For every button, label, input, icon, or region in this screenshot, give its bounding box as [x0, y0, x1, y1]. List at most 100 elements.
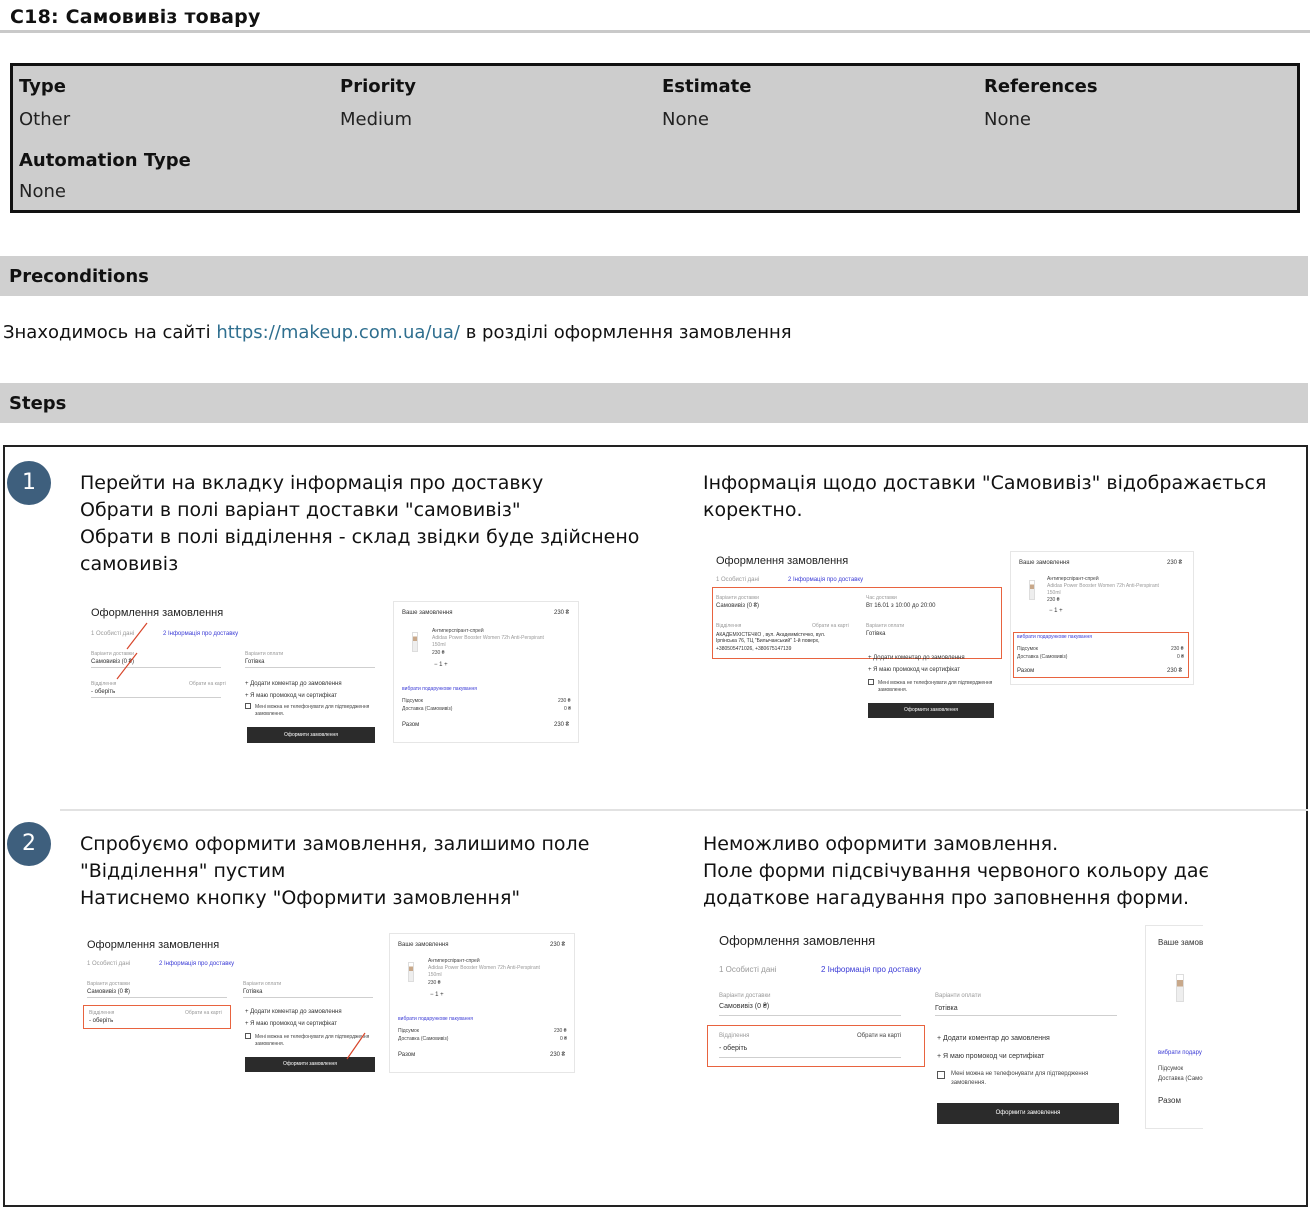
shot-order-sum: 230 ₴ [554, 610, 570, 616]
shot-product-title: Антиперспірант-спрей [1047, 576, 1099, 582]
field-references-value: None [984, 109, 1031, 130]
shot-payment-value: Готівка [935, 1005, 958, 1012]
shot-product-desc-2: 150ml [432, 642, 446, 648]
shot-order-card: Ваше замовлення 230 ₴ Антиперспірант-спр… [393, 601, 579, 743]
shot-product-price: 230 ₴ [432, 650, 445, 656]
step-2-expected-line: Неможливо оформити замовлення. [703, 833, 1059, 855]
shot-order-sum: 230 ₴ [550, 942, 566, 948]
preconditions-header-label: Preconditions [9, 266, 149, 287]
shot-checkbox [937, 1071, 945, 1079]
shot-no-call-2: замовлення. [951, 1080, 986, 1086]
shot-branch-phone: +380505471026, +380675147139 [716, 646, 792, 652]
preconditions-text-before: Знаходимось на сайті [3, 322, 217, 343]
shot-delivery-value: Самовивіз (0 ₴) [716, 603, 760, 609]
shot-product-desc-2: 150ml [1047, 590, 1061, 596]
shot-delivery-row-value: 0 ₴ [560, 1036, 567, 1042]
step-1-expected-line: Інформація щодо доставки "Самовивіз" від… [703, 472, 1267, 494]
field-priority-label: Priority [340, 76, 416, 97]
shot-order-title: Ваше замов [1158, 938, 1203, 947]
shot-subtotal-label: Підсумок [1158, 1066, 1184, 1072]
shot-subtotal-value: 230 ₴ [554, 1028, 567, 1034]
field-estimate: Estimate None [662, 76, 752, 130]
step-1-expected-screenshot: Оформлення замовлення 1 Особисті дані 2 … [708, 547, 1198, 727]
shot-tab-delivery: 2 Інформація про доставку [788, 577, 864, 583]
shot-delivery-value: Самовивіз (0 ₴) [719, 1003, 770, 1010]
steps-header-label: Steps [9, 393, 67, 414]
shot-product-price: 230 ₴ [1047, 597, 1060, 603]
shot-order-title: Ваше замовлення [398, 942, 449, 948]
shot-divider [719, 1015, 901, 1016]
shot-total-label: Разом [1017, 668, 1035, 674]
shot-add-comment: + Додати коментар до замовлення [868, 655, 965, 661]
step-2-number: 2 [7, 822, 51, 866]
shot-total-label: Разом [398, 1052, 416, 1058]
step-1-expected-line: коректно. [703, 499, 803, 521]
field-estimate-value: None [662, 109, 709, 130]
field-estimate-label: Estimate [662, 76, 752, 97]
shot-product-price: 230 ₴ [428, 980, 441, 986]
shot-gift: вибрати подарункове пакування [398, 1016, 473, 1022]
preconditions-text-after: в розділі оформлення замовлення [460, 322, 792, 343]
step-1-action-line: Обрати в полі варіант доставки "самовиві… [80, 499, 521, 521]
shot-heading: Оформлення замовлення [719, 933, 876, 948]
shot-payment-label: Варіанти оплати [935, 993, 981, 999]
step-1-action-line: Обрати в полі відділення - склад звідки … [80, 526, 640, 548]
shot-tab-personal: 1 Особисті дані [719, 965, 777, 974]
shot-tab-personal: 1 Особисті дані [716, 577, 760, 583]
shot-no-call: Мені можна не телефонувати для підтвердж… [951, 1071, 1089, 1077]
shot-no-call: Мені можна не телефонувати для підтвердж… [878, 680, 993, 686]
shot-product-desc: Adidas Power Booster Women 72h Anti-Pers… [1047, 583, 1159, 589]
shot-gift: вибрати подарункове пакування [402, 686, 477, 692]
shot-delivery-label: Варіанти доставки [719, 993, 771, 999]
shot-delivery-row-value: 0 ₴ [1177, 654, 1184, 660]
shot-delivery-row: Доставка (Самовивіз) [1017, 654, 1068, 660]
step-2-expected-line: Поле форми підсвічування червоного кольо… [703, 860, 1209, 882]
shot-promo: + Я маю промокод чи сертифікат [868, 667, 961, 673]
preconditions-link[interactable]: https://makeup.com.ua/ua/ [216, 322, 460, 343]
shot-qty: − 1 + [434, 662, 448, 668]
field-automation-label: Automation Type [19, 150, 191, 171]
shot-subtotal-label: Підсумок [1017, 646, 1038, 652]
step-1-action-line: самовивіз [80, 553, 179, 575]
step-divider [60, 809, 1308, 811]
product-image [408, 962, 414, 982]
step-1-action: Перейти на вкладку інформація про достав… [80, 470, 680, 578]
steps-header: Steps [0, 383, 1308, 423]
shot-tab-delivery: 2 Інформація про доставку [821, 965, 922, 974]
shot-product-desc: Adidas Power Booster Women 72h Anti-Pers… [428, 965, 540, 971]
shot-subtotal-label: Підсумок [398, 1028, 419, 1034]
shot-gift: вибрати подару [1158, 1050, 1202, 1056]
field-automation: Automation Type None [19, 150, 191, 202]
shot-submit-button: Оформити замовлення [868, 703, 994, 718]
step-2-action-line: "Відділення" пустим [80, 860, 286, 882]
shot-submit-button: Оформити замовлення [937, 1103, 1119, 1124]
shot-delivery-label: Варіанти доставки [716, 595, 759, 601]
field-type: Type Other [19, 76, 70, 130]
shot-total-label: Разом [402, 722, 420, 728]
product-image [412, 632, 418, 652]
step-1-action-screenshot: Оформлення замовлення 1 Особисті дані 2 … [83, 597, 583, 747]
shot-branch-map: Обрати на карті [857, 1033, 902, 1039]
step-2-action: Спробуємо оформити замовлення, залишимо … [80, 831, 680, 912]
shot-divider [935, 1015, 1117, 1016]
shot-add-comment: + Додати коментар до замовлення [937, 1035, 1050, 1042]
field-references-label: References [984, 76, 1098, 97]
step-1-expected: Інформація щодо доставки "Самовивіз" від… [703, 470, 1303, 524]
shot-order-card: Ваше замовлення 230 ₴ Антиперспірант-спр… [1010, 551, 1194, 685]
shot-order-title: Ваше замовлення [402, 610, 453, 616]
shot-checkbox [868, 679, 874, 685]
shot-order-card: Ваше замов вибрати подару Підсумок Доста… [1145, 925, 1203, 1129]
product-image [1029, 580, 1035, 600]
shot-payment-value: Готівка [866, 631, 886, 637]
shot-product-desc: Adidas Power Booster Women 72h Anti-Pers… [432, 635, 544, 641]
step-1-number: 1 [7, 461, 51, 505]
page-title: C18: Самовивіз товару [10, 6, 261, 28]
steps-table: 1 Перейти на вкладку інформація про дост… [3, 445, 1308, 1207]
shot-payment-label: Варіанти оплати [866, 623, 905, 629]
shot-order-title: Ваше замовлення [1019, 560, 1070, 566]
field-references: References None [984, 76, 1098, 130]
shot-delivery-row-value: 0 ₴ [564, 706, 571, 712]
case-fields-panel: Type Other Priority Medium Estimate None… [10, 63, 1300, 213]
preconditions-text: Знаходимось на сайті https://makeup.com.… [3, 322, 792, 343]
shot-subtotal-value: 230 ₴ [1171, 646, 1184, 652]
